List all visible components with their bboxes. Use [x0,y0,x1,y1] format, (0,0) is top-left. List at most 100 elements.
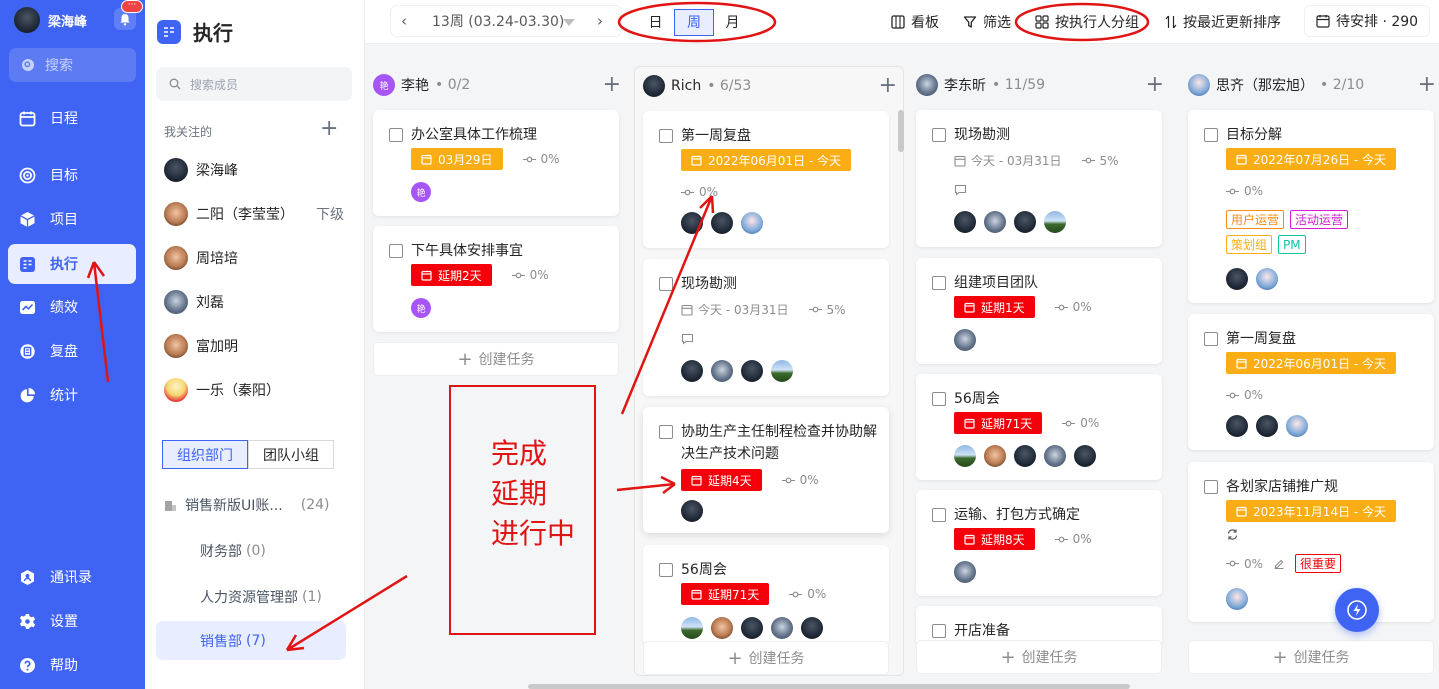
task-checkbox[interactable] [659,563,673,577]
task-checkbox[interactable] [932,128,946,142]
task-card[interactable]: 现场勘测 今天 - 03月31日 5% [916,110,1162,247]
prev-week-button[interactable]: ‹ [401,12,407,30]
nav-item-schedule[interactable]: 日程 [8,98,136,138]
edit-icon[interactable] [1273,558,1285,570]
tab-team-group[interactable]: 团队小组 [248,440,334,469]
task-checkbox[interactable] [1204,128,1218,142]
filter-button[interactable]: 筛选 [963,12,1011,32]
view-month[interactable]: 月 [714,9,751,36]
nav-search[interactable]: 搜索 [9,48,136,82]
progress-text: 0% [1072,532,1092,546]
add-task-button[interactable]: + [603,74,621,96]
task-checkbox[interactable] [659,277,673,291]
task-checkbox[interactable] [932,624,946,638]
member-item[interactable]: 二阳（李莹莹） 下级 [164,202,344,226]
task-meta: 今天 - 03月31日 5% [681,301,846,318]
view-day[interactable]: 日 [637,9,674,36]
overdue-badge: 延期71天 [954,412,1043,434]
progress-icon [789,591,803,597]
nav-item-contacts[interactable]: 通讯录 [8,557,136,597]
chevron-down-icon[interactable] [563,19,575,26]
member-search-input[interactable]: 搜索成员 [156,67,352,101]
add-following-button[interactable]: + [320,118,338,140]
add-task-button[interactable]: + [879,75,897,97]
tag[interactable]: 活动运营 [1290,210,1349,229]
next-week-button[interactable]: › [597,12,603,30]
add-task-button[interactable]: + [1418,74,1436,96]
member-item[interactable]: 刘磊 [164,290,344,314]
task-card[interactable]: 协助生产主任制程检查并协助解决生产技术问题 延期4天 0% [643,407,889,533]
task-card[interactable]: 56周会 延期71天 0% [916,374,1162,480]
task-card[interactable]: 目标分解 2022年07月26日 - 今天 0% 用户运营 活动运营 策划组 P… [1188,110,1434,303]
tag[interactable]: PM [1278,235,1306,254]
avatar [741,617,763,639]
task-card[interactable]: 第一周复盘 2022年06月01日 - 今天 0% [643,111,889,248]
task-card[interactable]: 现场勘测 今天 - 03月31日 5% [643,259,889,396]
task-checkbox[interactable] [1204,480,1218,494]
nav-item-performance[interactable]: 绩效 [8,287,136,327]
comment-icon[interactable] [681,333,694,345]
progress: 0% [781,473,819,487]
horizontal-scrollbar[interactable] [528,684,1130,689]
task-checkbox[interactable] [932,508,946,522]
avatar: 艳 [411,182,431,202]
column-name: 思齐（那宏旭） [1216,78,1314,94]
nav-item-projects[interactable]: 项目 [8,199,136,239]
add-task-button[interactable]: + [1146,74,1164,96]
task-checkbox[interactable] [932,392,946,406]
tag[interactable]: 用户运营 [1226,210,1285,229]
tag[interactable]: 策划组 [1226,235,1273,254]
task-card[interactable]: 组建项目团队 延期1天 0% [916,258,1162,364]
nav-item-help[interactable]: 帮助 [8,645,136,685]
member-item[interactable]: 周培培 [164,246,344,270]
member-item[interactable]: 富加明 [164,334,344,358]
task-card[interactable]: 56周会 延期71天 0% [643,545,889,645]
view-week[interactable]: 周 [674,8,714,36]
dept-item[interactable]: 财务部 (0) [200,541,266,561]
more-badge[interactable]: ··· [121,0,143,13]
overdue-text: 延期71天 [981,416,1033,431]
task-checkbox[interactable] [1204,332,1218,346]
vertical-scrollbar[interactable] [898,110,904,152]
week-picker[interactable]: ‹ 13周 (03.24-03.30) › [391,6,621,36]
member-item[interactable]: 一乐（秦阳） [164,378,344,402]
task-card[interactable]: 第一周复盘 2022年06月01日 - 今天 0% [1188,314,1434,450]
member-item[interactable]: 梁海峰 [164,158,344,182]
nav-item-stats[interactable]: 统计 [8,375,136,415]
nav-item-settings[interactable]: 设置 [8,601,136,641]
dept-item-active[interactable]: 销售部 (7) [156,621,346,660]
task-meta: 延期2天 0% [411,264,549,286]
board-view-button[interactable]: 看板 [891,12,939,32]
create-task-button[interactable]: + 创建任务 [373,342,619,376]
nav-item-label: 项目 [50,212,78,228]
priority-tag[interactable]: 很重要 [1295,554,1342,573]
task-checkbox[interactable] [659,425,673,439]
nav-item-goals[interactable]: 目标 [8,155,136,195]
task-checkbox[interactable] [932,276,946,290]
pending-button[interactable]: 待安排 · 290 [1305,6,1429,36]
task-checkbox[interactable] [389,244,403,258]
tab-org-dept[interactable]: 组织部门 [162,440,248,469]
create-task-button[interactable]: + 创建任务 [916,640,1162,674]
task-card[interactable]: 运输、打包方式确定 延期8天 0% [916,490,1162,596]
task-checkbox[interactable] [659,129,673,143]
nav-item-review[interactable]: 复盘 [8,331,136,371]
task-checkbox[interactable] [389,128,403,142]
sort-button[interactable]: 按最近更新排序 [1165,12,1281,32]
task-card[interactable]: 下午具体安排事宜 延期2天 0% 艳 [373,226,619,332]
dept-item[interactable]: 销售新版UI账... (24) [164,495,329,515]
user-profile[interactable]: 梁海峰 [14,7,87,33]
member-relation: 下级 [316,207,344,223]
comment-row [954,184,967,196]
avatar [1256,415,1278,437]
user-avatar[interactable] [14,7,40,33]
create-task-button[interactable]: + 创建任务 [1188,640,1434,674]
dept-item[interactable]: 人力资源管理部 (1) [200,587,322,607]
group-by-assignee-button[interactable]: 按执行人分组 [1035,12,1139,32]
nav-item-execution[interactable]: 执行 [8,244,136,284]
task-card[interactable]: 办公室具体工作梳理 03月29日 0% 艳 [373,110,619,216]
quick-action-button[interactable] [1335,588,1379,632]
create-task-button[interactable]: + 创建任务 [643,641,889,675]
task-card[interactable]: 各划家店铺推广规 2023年11月14日 - 今天 0% 很重要 [1188,462,1434,622]
comment-icon[interactable] [954,184,967,196]
